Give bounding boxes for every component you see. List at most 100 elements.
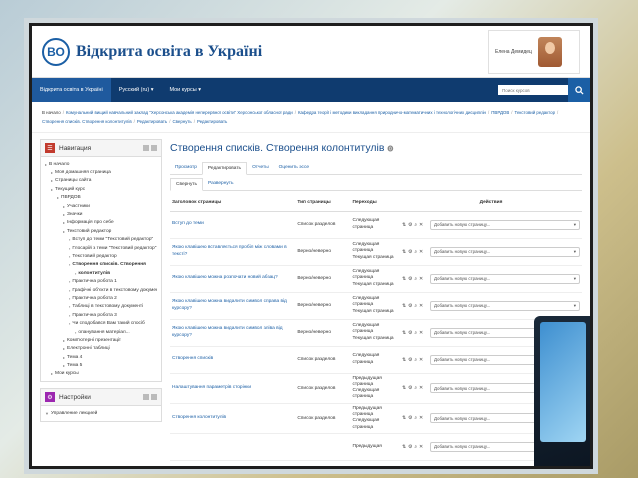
tab-edit[interactable]: Редактировать: [201, 162, 248, 175]
move-icon[interactable]: ⇅: [402, 304, 406, 309]
nav-tree-item[interactable]: ▸ ПВРДОВ: [45, 194, 157, 202]
nav-tree-item[interactable]: ▸ Тема 4: [45, 353, 157, 361]
close-icon[interactable]: ✕: [419, 277, 423, 282]
nav-tree-item[interactable]: ▪ Практична робота 1: [45, 277, 157, 285]
search-icon[interactable]: ⌕: [414, 223, 417, 228]
breadcrumb-link[interactable]: Кафедра теорії і методики викладання при…: [298, 110, 486, 115]
breadcrumb-link[interactable]: Редактировать: [137, 119, 167, 124]
page-title-link[interactable]: Якою клавішею можна розпочати новий абза…: [170, 265, 296, 293]
close-icon[interactable]: ✕: [419, 386, 423, 391]
gear-icon[interactable]: ⚙: [408, 250, 412, 255]
nav-tree-item[interactable]: ▸ Текстовий редактор: [45, 227, 157, 235]
add-page-select[interactable]: Добавить новую страницу... ▾: [430, 219, 580, 230]
close-icon[interactable]: ✕: [419, 223, 423, 228]
nav-tree-item[interactable]: ▸ Участники: [45, 202, 157, 210]
nav-home[interactable]: Відкрита освіта в Україні: [32, 78, 111, 102]
user-menu[interactable]: Елена Демидец: [488, 29, 580, 74]
nav-tree-item[interactable]: ▸ Мои курсы: [45, 370, 157, 378]
site-name[interactable]: Відкрита освіта в Україні: [76, 43, 262, 61]
page-title-link[interactable]: Створення списків: [170, 346, 296, 374]
nav-tree-item[interactable]: ▸ В начало: [45, 160, 157, 168]
breadcrumb-link[interactable]: ПВРДОВ: [491, 110, 509, 115]
move-icon[interactable]: ⇅: [402, 277, 406, 282]
tab-reports[interactable]: Отчеты: [247, 162, 274, 174]
help-icon[interactable]: ⓿: [387, 147, 393, 153]
move-icon[interactable]: ⇅: [402, 223, 406, 228]
gear-icon[interactable]: ⚙: [408, 358, 412, 363]
page-title-link[interactable]: Якою клавішею можна видалити символ злів…: [170, 319, 296, 347]
subtab-collapse[interactable]: Свернуть: [170, 178, 204, 191]
nav-tree-item[interactable]: ▸ Значки: [45, 210, 157, 218]
close-icon[interactable]: ✕: [419, 331, 423, 336]
collapse-icon[interactable]: [151, 145, 157, 151]
nav-tree-item[interactable]: ▪ Текстовий редактор: [45, 252, 157, 260]
subtab-expand[interactable]: Развернуть: [203, 178, 238, 190]
tab-grade-essays[interactable]: Оценить эссе: [274, 162, 314, 174]
tab-view[interactable]: Просмотр: [170, 162, 202, 174]
close-icon[interactable]: ✕: [419, 445, 423, 450]
collapse-icon[interactable]: [151, 394, 157, 401]
search-icon[interactable]: ⌕: [414, 445, 417, 450]
search-icon[interactable]: ⌕: [414, 386, 417, 391]
breadcrumb-link[interactable]: Редактировать: [197, 119, 227, 124]
nav-tree-item[interactable]: ▸ Електронні таблиці: [45, 345, 157, 353]
move-icon[interactable]: ⇅: [402, 250, 406, 255]
nav-tree-item[interactable]: ▸ Тема 5: [45, 361, 157, 369]
breadcrumb-link[interactable]: Свернуть: [172, 119, 191, 124]
nav-tree-item[interactable]: ▸ Інформація про себе: [45, 219, 157, 227]
gear-icon[interactable]: ⚙: [408, 304, 412, 309]
nav-tree-item[interactable]: ▪ Вступ до теми "Текстовий редактор": [45, 236, 157, 244]
nav-tree-item[interactable]: ▪ Практична робота 2: [45, 294, 157, 302]
add-page-select[interactable]: Добавить новую страницу... ▾: [430, 246, 580, 257]
move-icon[interactable]: ⇅: [402, 358, 406, 363]
search-icon[interactable]: ⌕: [414, 358, 417, 363]
breadcrumb-link[interactable]: Комунальний вищий навчальний заклад "Хер…: [66, 110, 293, 115]
page-title-link[interactable]: Налаштування параметрів сторінки: [170, 373, 296, 404]
nav-tree-item[interactable]: ▪ Глосарій з теми "Текстовий редактор": [45, 244, 157, 252]
gear-icon[interactable]: ⚙: [408, 331, 412, 336]
close-icon[interactable]: ✕: [419, 416, 423, 421]
nav-tree-item[interactable]: ▸ Страницы сайта: [45, 177, 157, 185]
nav-language[interactable]: Русский (ru) ▾: [111, 78, 162, 102]
breadcrumb-link[interactable]: Створення списків. Створення колонтитулі…: [42, 119, 132, 124]
avatar[interactable]: [537, 36, 562, 67]
search-icon[interactable]: ⌕: [414, 416, 417, 421]
nav-tree-item[interactable]: ▪ Практична робота 3: [45, 311, 157, 319]
nav-tree-item[interactable]: ▪ Чи сподобався Вам такий спосіб: [45, 319, 157, 327]
close-icon[interactable]: ✕: [419, 358, 423, 363]
move-icon[interactable]: ⇅: [402, 445, 406, 450]
gear-icon[interactable]: ⚙: [408, 445, 412, 450]
search-icon[interactable]: ⌕: [414, 277, 417, 282]
move-icon[interactable]: ⇅: [402, 416, 406, 421]
dock-icon[interactable]: [143, 145, 149, 151]
nav-tree-item[interactable]: ▪ Таблиці в текстовому документі: [45, 303, 157, 311]
add-page-select[interactable]: Добавить новую страницу... ▾: [430, 273, 580, 284]
nav-tree-item[interactable]: ▸ Моя домашняя страница: [45, 168, 157, 176]
nav-tree-item[interactable]: ▪ колонтитулів: [45, 269, 157, 277]
dock-icon[interactable]: [143, 394, 149, 401]
gear-icon[interactable]: ⚙: [408, 223, 412, 228]
search-icon[interactable]: ⌕: [414, 331, 417, 336]
close-icon[interactable]: ✕: [419, 250, 423, 255]
gear-icon[interactable]: ⚙: [408, 416, 412, 421]
page-title-link[interactable]: Створення колонтитулів: [170, 403, 296, 434]
search-button[interactable]: [568, 78, 590, 102]
page-title-link[interactable]: Якою клавішею вставляється пробіл між сл…: [170, 238, 296, 266]
search-icon[interactable]: ⌕: [414, 250, 417, 255]
page-title-link[interactable]: Вступ до теми: [170, 211, 296, 239]
breadcrumb-link[interactable]: В начало: [42, 110, 61, 115]
page-title-link[interactable]: Якою клавішею можна видалити символ спра…: [170, 292, 296, 320]
move-icon[interactable]: ⇅: [402, 386, 406, 391]
nav-my-courses[interactable]: Мои курсы ▾: [161, 78, 209, 102]
nav-tree-item[interactable]: ▪ опанування матеріал...: [45, 328, 157, 336]
nav-tree-item[interactable]: ▪ Створення списків. Створення: [45, 261, 157, 269]
gear-icon[interactable]: ⚙: [408, 386, 412, 391]
search-icon[interactable]: ⌕: [414, 304, 417, 309]
site-logo[interactable]: ВО: [42, 37, 70, 66]
breadcrumb-link[interactable]: Текстовий редактор: [515, 110, 556, 115]
close-icon[interactable]: ✕: [419, 304, 423, 309]
settings-item-manage-lesson[interactable]: ▼ Управление лекцией: [45, 409, 157, 417]
search-input[interactable]: Поиск курсов: [498, 85, 568, 95]
move-icon[interactable]: ⇅: [402, 331, 406, 336]
nav-tree-item[interactable]: ▪ Графічні об'єкти в текстовому документі: [45, 286, 157, 294]
